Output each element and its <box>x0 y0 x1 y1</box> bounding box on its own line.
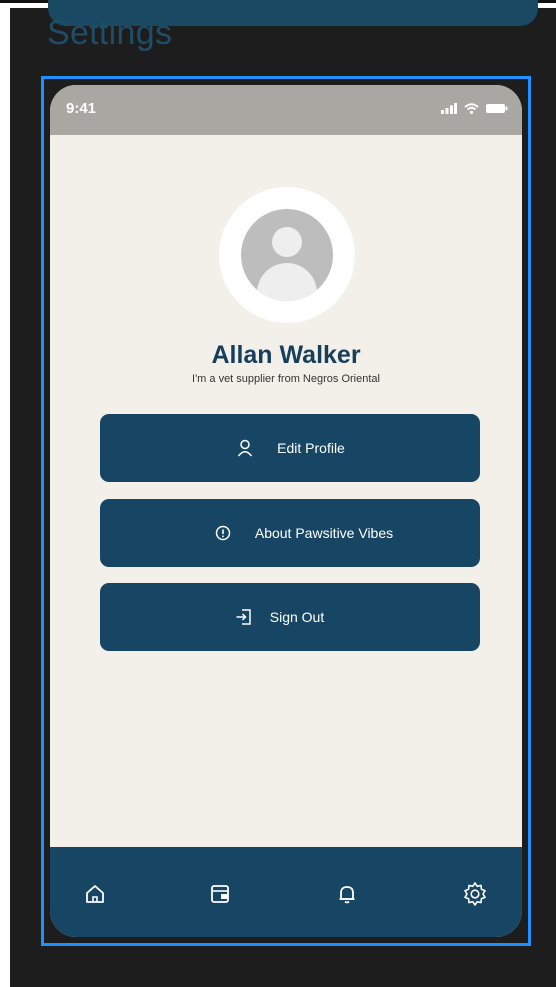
user-avatar-icon[interactable] <box>241 209 333 301</box>
battery-icon <box>486 101 508 119</box>
wifi-icon <box>464 101 479 119</box>
signal-icon <box>441 101 457 119</box>
user-name: Allan Walker <box>211 341 361 369</box>
bell-icon[interactable] <box>333 880 361 908</box>
about-label: About Pawsitive Vibes <box>254 525 394 541</box>
wallet-icon[interactable] <box>206 880 234 908</box>
info-icon <box>213 523 233 543</box>
page-title: Settings <box>47 14 173 52</box>
sign-out-label: Sign Out <box>269 609 325 625</box>
settings-frame: 9:41 Allan Walker I'm a vet supplier fro… <box>41 76 531 946</box>
home-icon[interactable] <box>81 880 109 908</box>
edit-profile-label: Edit Profile <box>277 440 345 456</box>
status-bar: 9:41 <box>50 85 522 135</box>
bottom-nav <box>50 847 522 937</box>
status-time: 9:41 <box>66 100 97 117</box>
edit-profile-button[interactable]: Edit Profile <box>100 414 480 482</box>
user-icon <box>235 438 255 458</box>
phone-screen: 9:41 Allan Walker I'm a vet supplier fro… <box>50 85 522 937</box>
sign-out-button[interactable]: Sign Out <box>100 583 480 651</box>
user-bio: I'm a vet supplier from Negros Oriental <box>192 373 380 385</box>
sign-out-icon <box>234 607 254 627</box>
avatar-head <box>272 227 302 257</box>
settings-icon[interactable] <box>461 880 489 908</box>
settings-content: Allan Walker I'm a vet supplier from Neg… <box>50 135 522 847</box>
status-icons <box>441 101 508 119</box>
avatar-body <box>257 263 317 301</box>
avatar-ring <box>219 187 355 323</box>
about-button[interactable]: About Pawsitive Vibes <box>100 499 480 567</box>
